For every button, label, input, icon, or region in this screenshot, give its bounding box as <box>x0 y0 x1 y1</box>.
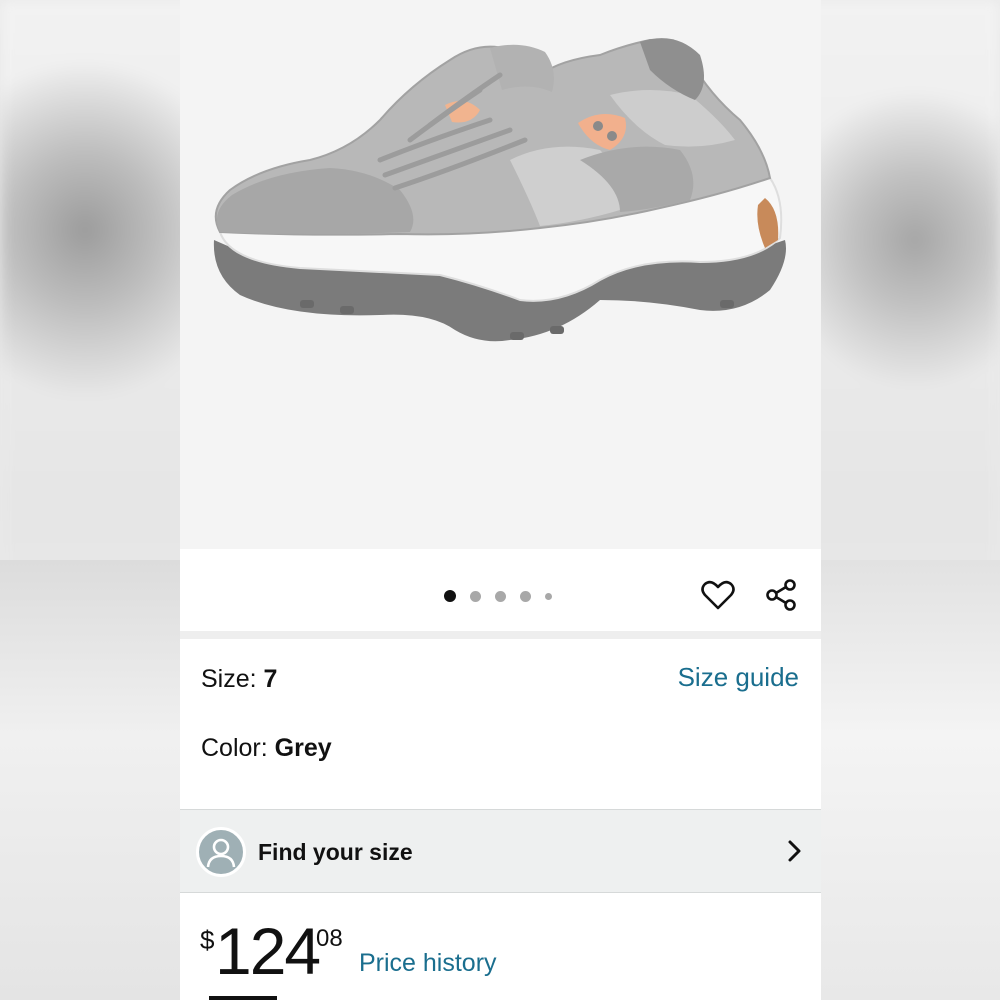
backdrop-left <box>0 560 180 1000</box>
size-guide-link[interactable]: Size guide <box>678 662 799 693</box>
deal-badge <box>209 996 277 1000</box>
carousel-dot[interactable] <box>520 590 531 602</box>
heart-icon[interactable] <box>698 575 738 615</box>
product-page: Size: 7 Size guide Color: Grey Find your… <box>180 0 821 1000</box>
find-your-size-label: Find your size <box>258 839 413 865</box>
price-whole: 124 <box>215 914 321 988</box>
carousel-dot[interactable] <box>444 590 456 602</box>
carousel-dot[interactable] <box>545 592 552 600</box>
price-section: $ 124 08 Price history <box>180 893 821 1000</box>
price-fraction: 08 <box>316 925 343 952</box>
color-selection[interactable]: Color: Grey <box>201 734 332 763</box>
size-selection[interactable]: Size: 7 <box>201 665 277 694</box>
share-icon[interactable] <box>761 575 801 615</box>
chevron-right-icon <box>787 838 803 869</box>
user-icon <box>196 827 246 877</box>
carousel-dot[interactable] <box>470 590 481 602</box>
product-image-carousel[interactable] <box>180 0 821 549</box>
sneaker-image <box>213 38 786 342</box>
price-currency: $ <box>200 925 215 955</box>
carousel-dot[interactable] <box>495 590 506 602</box>
price-history-link[interactable]: Price history <box>359 949 497 978</box>
color-label: Color: <box>201 734 275 762</box>
carousel-controls <box>180 549 821 631</box>
carousel-dots <box>444 589 566 603</box>
divider <box>180 631 821 639</box>
size-label: Size: <box>201 665 264 693</box>
backdrop-right <box>820 560 1000 1000</box>
find-your-size-row[interactable]: Find your size <box>180 809 821 893</box>
size-value: 7 <box>263 665 278 693</box>
color-value: Grey <box>274 734 332 762</box>
variation-section: Size: 7 Size guide Color: Grey <box>180 639 821 809</box>
